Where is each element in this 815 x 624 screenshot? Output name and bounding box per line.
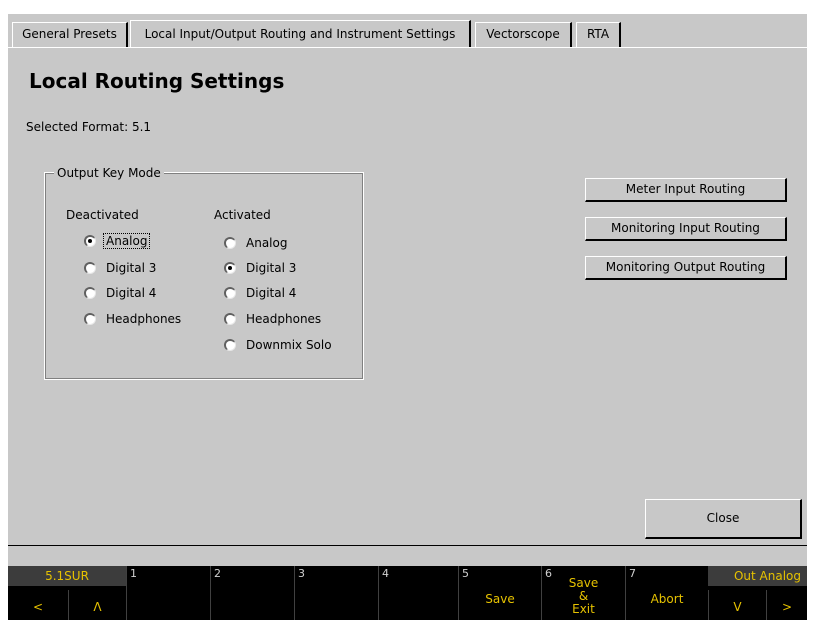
activated-radio-headphones[interactable]: Headphones bbox=[224, 310, 321, 328]
activated-header: Activated bbox=[214, 208, 271, 222]
softkey-5-save[interactable]: 5 Save bbox=[458, 566, 541, 620]
radio-icon bbox=[224, 313, 236, 325]
radio-label: Analog bbox=[246, 236, 288, 250]
instrument-screen: General Presets Local Input/Output Routi… bbox=[8, 14, 807, 620]
selected-format-label: Selected Format: 5.1 bbox=[26, 120, 152, 134]
tab-rta[interactable]: RTA bbox=[576, 22, 621, 47]
format-softkey-head[interactable]: 5.1SUR bbox=[8, 566, 126, 586]
status-divider bbox=[8, 545, 807, 546]
softkey-number: 4 bbox=[382, 567, 389, 580]
radio-label: Digital 3 bbox=[246, 261, 297, 275]
deactivated-radio-digital-4[interactable]: Digital 4 bbox=[84, 284, 156, 302]
radio-label: Digital 3 bbox=[106, 261, 157, 275]
radio-checked-icon bbox=[224, 262, 236, 274]
softkey-label: Save bbox=[485, 592, 515, 606]
page-title: Local Routing Settings bbox=[29, 69, 285, 93]
radio-label: Digital 4 bbox=[246, 286, 297, 300]
close-button[interactable]: Close bbox=[645, 499, 802, 539]
softkey-label: Abort bbox=[650, 592, 684, 606]
softkey-4[interactable]: 4 bbox=[378, 566, 458, 620]
chevron-up-icon: Λ bbox=[93, 600, 102, 614]
softkey-number: 5 bbox=[462, 567, 469, 580]
chevron-left-icon: < bbox=[32, 600, 44, 614]
tab-divider bbox=[8, 47, 807, 48]
softkey-3[interactable]: 3 bbox=[294, 566, 378, 620]
softkey-1[interactable]: 1 bbox=[126, 566, 210, 620]
softkey-6-save-exit[interactable]: 6 Save & Exit bbox=[541, 566, 625, 620]
radio-icon bbox=[84, 287, 96, 299]
softkey-label-line: Exit bbox=[572, 602, 595, 616]
radio-label: Headphones bbox=[246, 312, 322, 326]
radio-label: Analog bbox=[103, 233, 151, 249]
softkey-number: 3 bbox=[298, 567, 305, 580]
activated-radio-downmix-solo[interactable]: Downmix Solo bbox=[224, 336, 332, 354]
radio-checked-icon bbox=[84, 235, 96, 247]
tab-bar: General Presets Local Input/Output Routi… bbox=[8, 20, 807, 47]
chevron-right-icon: > bbox=[781, 600, 793, 614]
radio-label: Headphones bbox=[106, 312, 182, 326]
radio-label: Digital 4 bbox=[106, 286, 157, 300]
prev-softkey[interactable]: < bbox=[8, 590, 68, 620]
radio-icon bbox=[84, 313, 96, 325]
deactivated-header: Deactivated bbox=[66, 208, 139, 222]
tab-general-presets[interactable]: General Presets bbox=[12, 22, 128, 47]
monitoring-output-routing-button[interactable]: Monitoring Output Routing bbox=[585, 256, 787, 280]
softkey-7-abort[interactable]: 7 Abort bbox=[625, 566, 708, 620]
softkey-number: 7 bbox=[629, 567, 636, 580]
softkey-label-line: & bbox=[578, 589, 589, 603]
down-softkey[interactable]: V bbox=[708, 590, 766, 620]
radio-label: Downmix Solo bbox=[246, 338, 332, 352]
chevron-down-icon: V bbox=[733, 600, 742, 614]
softkey-bar: 5.1SUR < Λ 1 2 3 4 5 Save 6 Save & Exit … bbox=[8, 566, 807, 620]
radio-icon bbox=[84, 262, 96, 274]
softkey-number: 1 bbox=[130, 567, 137, 580]
radio-icon bbox=[224, 287, 236, 299]
activated-radio-analog[interactable]: Analog bbox=[224, 234, 287, 252]
up-softkey[interactable]: Λ bbox=[68, 590, 126, 620]
output-key-mode-legend: Output Key Mode bbox=[54, 166, 164, 180]
softkey-2[interactable]: 2 bbox=[210, 566, 294, 620]
softkey-number: 2 bbox=[214, 567, 221, 580]
next-softkey[interactable]: > bbox=[766, 590, 807, 620]
tab-local-routing[interactable]: Local Input/Output Routing and Instrumen… bbox=[130, 20, 471, 47]
softkey-label-line: Save bbox=[568, 576, 599, 590]
monitoring-input-routing-button[interactable]: Monitoring Input Routing bbox=[585, 217, 787, 241]
activated-radio-digital-4[interactable]: Digital 4 bbox=[224, 284, 296, 302]
radio-icon bbox=[224, 237, 236, 249]
radio-icon bbox=[224, 339, 236, 351]
deactivated-radio-digital-3[interactable]: Digital 3 bbox=[84, 259, 156, 277]
output-softkey-head[interactable]: Out Analog bbox=[708, 566, 807, 586]
activated-radio-digital-3[interactable]: Digital 3 bbox=[224, 259, 296, 277]
tab-vectorscope[interactable]: Vectorscope bbox=[475, 22, 572, 47]
meter-input-routing-button[interactable]: Meter Input Routing bbox=[585, 178, 787, 202]
deactivated-radio-headphones[interactable]: Headphones bbox=[84, 310, 181, 328]
deactivated-radio-analog[interactable]: Analog bbox=[84, 232, 151, 250]
